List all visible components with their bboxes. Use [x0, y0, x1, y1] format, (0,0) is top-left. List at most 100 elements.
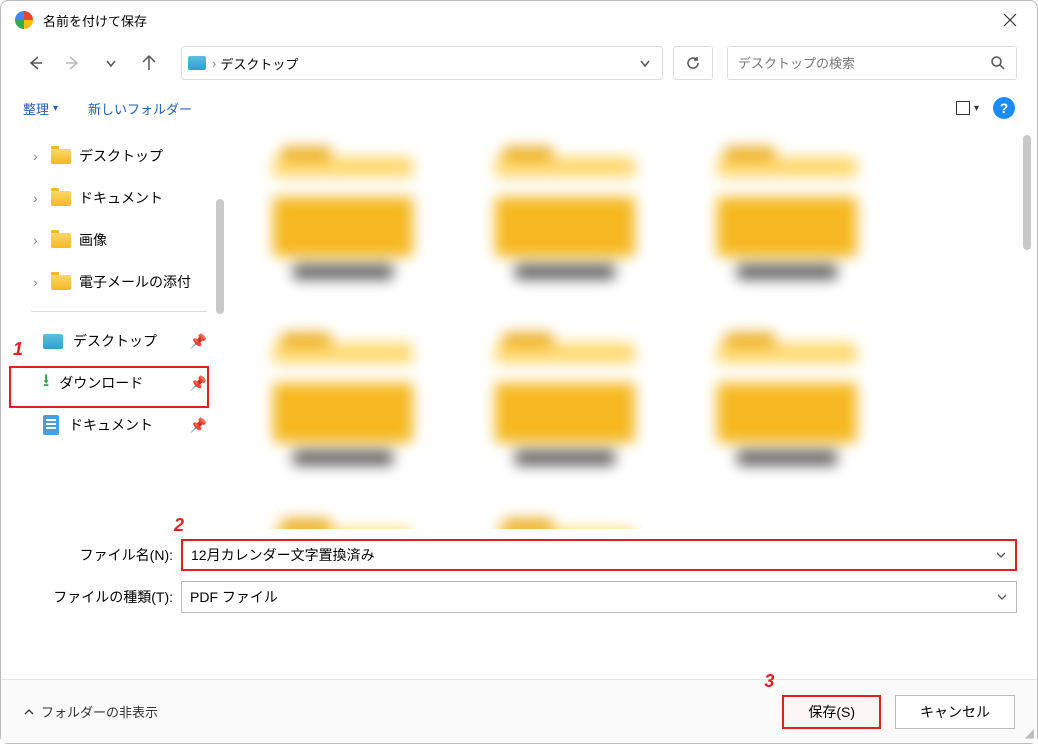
- tree-label: 画像: [79, 230, 107, 250]
- folder-content[interactable]: [221, 129, 1037, 529]
- expand-icon[interactable]: ›: [33, 190, 43, 206]
- folder-icon: [51, 233, 71, 248]
- content-item[interactable]: [687, 333, 887, 509]
- filename-value: 12月カレンダー文字置換済み: [191, 545, 375, 565]
- folder-icon: [717, 343, 857, 443]
- address-bar[interactable]: › デスクトップ: [181, 46, 663, 80]
- chevron-down-icon[interactable]: [995, 549, 1007, 561]
- sidebar: ›デスクトップ ›ドキュメント ›画像 ›電子メールの添付 デスクトップ 📌 ⭳…: [1, 129, 221, 529]
- quick-item-documents[interactable]: ドキュメント 📌: [1, 404, 221, 446]
- tree-item-desktop[interactable]: › デスクトップ: [1, 135, 221, 177]
- breadcrumb-separator: ›: [212, 56, 216, 71]
- footer: フォルダーの非表示 3 保存(S) キャンセル: [1, 679, 1037, 743]
- view-mode-button[interactable]: ▾: [956, 101, 979, 115]
- document-icon: [43, 415, 59, 435]
- folder-icon: [495, 157, 635, 257]
- content-item[interactable]: [465, 333, 665, 509]
- quick-label: ドキュメント: [69, 415, 153, 435]
- content-item[interactable]: [687, 147, 887, 323]
- caret-down-icon: ▾: [974, 103, 979, 114]
- quick-item-desktop[interactable]: デスクトップ 📌: [1, 320, 221, 362]
- item-label: [737, 265, 837, 279]
- help-button[interactable]: ?: [993, 97, 1015, 119]
- content-item[interactable]: [465, 147, 665, 323]
- filename-input[interactable]: 12月カレンダー文字置換済み: [181, 539, 1017, 571]
- expand-icon[interactable]: ›: [33, 232, 43, 248]
- item-label: [293, 265, 393, 279]
- chevron-down-icon[interactable]: [996, 591, 1008, 603]
- breadcrumb-location: デスクトップ: [220, 54, 632, 73]
- refresh-button[interactable]: [673, 46, 713, 80]
- pin-icon: 📌: [190, 333, 207, 350]
- resize-grip[interactable]: ◢: [1025, 726, 1034, 740]
- folder-icon: [495, 343, 635, 443]
- tree-label: 電子メールの添付: [79, 272, 191, 292]
- save-label: 保存(S): [808, 702, 855, 722]
- item-label: [293, 451, 393, 465]
- close-icon: [1003, 13, 1017, 27]
- main-area: ›デスクトップ ›ドキュメント ›画像 ›電子メールの添付 デスクトップ 📌 ⭳…: [1, 129, 1037, 529]
- folder-icon: [273, 343, 413, 443]
- titlebar: 名前を付けて保存: [1, 1, 1037, 39]
- cancel-button[interactable]: キャンセル: [895, 695, 1015, 729]
- caret-down-icon: ▾: [53, 103, 58, 114]
- recent-dropdown[interactable]: [97, 49, 125, 77]
- content-item[interactable]: [243, 147, 443, 323]
- app-icon: [15, 11, 33, 29]
- annotation-number-1: 1: [13, 339, 23, 360]
- search-icon: [990, 55, 1006, 71]
- expand-icon[interactable]: ›: [33, 148, 43, 164]
- quick-label: ダウンロード: [59, 373, 143, 393]
- address-dropdown[interactable]: [632, 56, 658, 70]
- forward-button[interactable]: [59, 49, 87, 77]
- view-icon: [956, 101, 970, 115]
- folder-icon: [51, 275, 71, 290]
- filename-label: ファイル名(N):: [21, 545, 181, 565]
- content-scrollbar[interactable]: [1023, 135, 1031, 250]
- content-item[interactable]: [465, 519, 665, 529]
- filetype-select[interactable]: PDF ファイル: [181, 581, 1017, 613]
- chevron-down-icon: [104, 56, 118, 70]
- tree-label: デスクトップ: [79, 146, 163, 166]
- up-button[interactable]: [135, 49, 163, 77]
- tree-item-documents[interactable]: ›ドキュメント: [1, 177, 221, 219]
- content-item[interactable]: [243, 333, 443, 509]
- tree-item-email[interactable]: › 電子メールの添付: [1, 261, 221, 303]
- back-button[interactable]: [21, 49, 49, 77]
- folder-icon: [273, 157, 413, 257]
- folder-icon: [51, 149, 71, 164]
- folder-icon: [717, 157, 857, 257]
- desktop-icon: [43, 334, 63, 349]
- annotation-number-2: 2: [174, 515, 184, 536]
- download-icon: ⭳: [43, 368, 49, 398]
- content-item[interactable]: [243, 519, 443, 529]
- arrow-right-icon: [64, 54, 82, 72]
- new-folder-label: 新しいフォルダー: [88, 99, 192, 118]
- dialog-title: 名前を付けて保存: [43, 11, 147, 30]
- sidebar-divider: [31, 311, 207, 312]
- navbar: › デスクトップ: [1, 39, 1037, 87]
- chevron-down-icon: [638, 56, 652, 70]
- hide-folders-label: フォルダーの非表示: [41, 702, 158, 721]
- save-button[interactable]: 保存(S): [782, 695, 881, 729]
- desktop-folder-icon: [188, 56, 206, 70]
- item-label: [515, 265, 615, 279]
- new-folder-button[interactable]: 新しいフォルダー: [88, 99, 192, 118]
- expand-icon[interactable]: ›: [33, 274, 43, 290]
- quick-item-downloads[interactable]: ⭳ ダウンロード 📌: [1, 362, 221, 404]
- close-button[interactable]: [997, 7, 1023, 33]
- hide-folders-toggle[interactable]: フォルダーの非表示: [23, 702, 158, 721]
- tree-item-pictures[interactable]: › 画像: [1, 219, 221, 261]
- annotation-number-3: 3: [764, 671, 774, 692]
- pin-icon: 📌: [190, 375, 207, 392]
- quick-label: デスクトップ: [73, 331, 157, 351]
- organize-label: 整理: [23, 99, 49, 118]
- filetype-label: ファイルの種類(T):: [21, 587, 181, 607]
- search-input[interactable]: [738, 56, 990, 71]
- item-label: [515, 451, 615, 465]
- item-label: [737, 451, 837, 465]
- organize-menu[interactable]: 整理 ▾: [23, 99, 58, 118]
- filetype-value: PDF ファイル: [190, 587, 278, 607]
- search-box[interactable]: [727, 46, 1017, 80]
- pin-icon: 📌: [190, 417, 207, 434]
